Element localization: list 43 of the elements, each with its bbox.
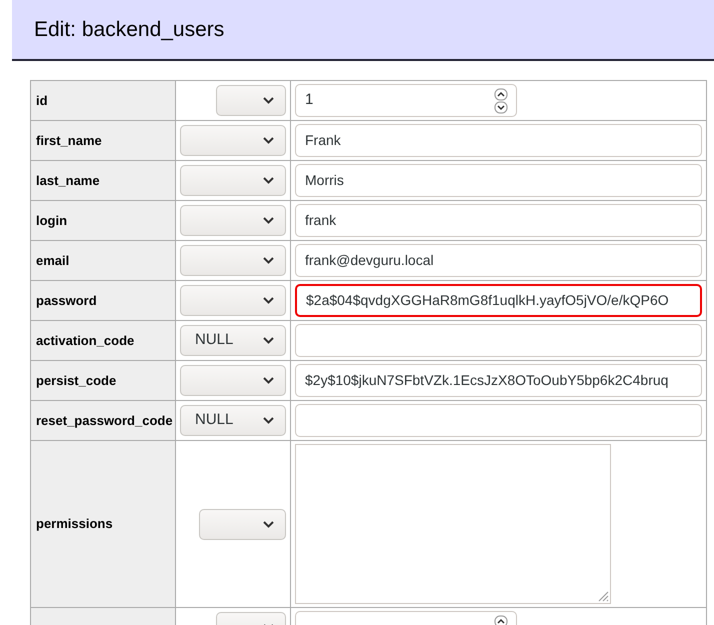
chevron-down-icon (263, 257, 274, 264)
chevron-down-icon (263, 137, 274, 144)
number-field[interactable]: 1 (295, 84, 517, 117)
chevron-down-icon (263, 217, 274, 224)
field-name: last_name (36, 172, 100, 188)
text-field[interactable]: Frank (295, 124, 702, 157)
textarea-field[interactable] (295, 444, 611, 604)
text-field[interactable] (295, 324, 702, 357)
text-field[interactable] (295, 404, 702, 437)
function-select[interactable] (199, 508, 286, 540)
function-select[interactable] (180, 125, 286, 156)
text-field[interactable]: $2a$04$qvdgXGGHaR8mG8f1uqlkH.yayfO5jVO/e/kQP6O (295, 284, 702, 317)
function-select[interactable]: NULL (180, 405, 286, 436)
text-field[interactable]: Morris (295, 164, 702, 197)
field-name: reset_password_code (36, 412, 173, 428)
field-name: password (36, 292, 97, 308)
field-name: persist_code (36, 372, 116, 388)
chevron-down-icon (263, 520, 274, 528)
function-select[interactable] (180, 205, 286, 236)
chevron-down-icon (263, 377, 274, 384)
function-select[interactable] (180, 285, 286, 316)
text-field[interactable]: frank@devguru.local (295, 244, 702, 277)
text-field[interactable]: $2y$10$jkuN7SFbtVZk.1EcsJzX8OToOubY5bp6k2C4bruq (295, 364, 702, 397)
field-name: email (36, 252, 70, 268)
function-select[interactable]: NULL (180, 325, 286, 356)
function-select[interactable] (180, 165, 286, 196)
chevron-down-icon (263, 417, 274, 424)
field-name: first_name (36, 132, 102, 148)
field-name: login (36, 212, 68, 228)
function-select[interactable] (180, 365, 286, 396)
field-name: id (36, 92, 48, 108)
field-name: activation_code (36, 332, 134, 348)
chevron-down-icon (263, 177, 274, 184)
function-select[interactable] (216, 85, 286, 116)
chevron-down-icon (263, 297, 274, 304)
function-select[interactable] (180, 245, 286, 276)
field-name: permissions (36, 516, 113, 531)
spinner-icon[interactable] (494, 88, 508, 114)
chevron-down-icon (263, 337, 274, 344)
chevron-down-icon (263, 97, 274, 104)
resize-handle-icon[interactable] (597, 590, 609, 602)
text-field[interactable]: frank (295, 204, 702, 237)
page-title: Edit: backend_users (34, 16, 224, 43)
